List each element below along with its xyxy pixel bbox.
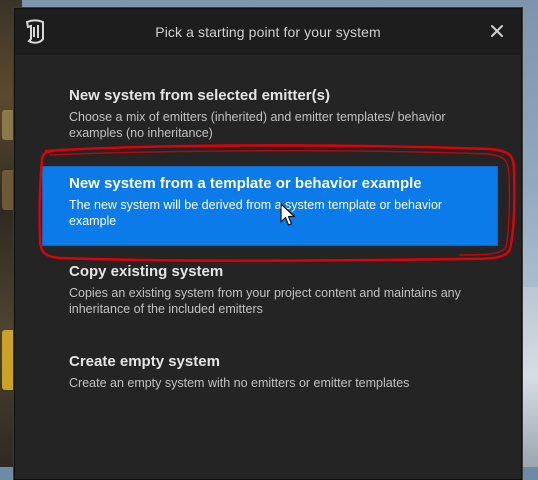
option-from-template[interactable]: New system from a template or behavior e… [43, 167, 497, 245]
option-from-selected-emitters[interactable]: New system from selected emitter(s) Choo… [43, 79, 497, 157]
option-description: Copies an existing system from your proj… [69, 286, 461, 316]
dialog-titlebar: Pick a starting point for your system [15, 9, 521, 55]
option-create-empty-system[interactable]: Create empty system Create an empty syst… [43, 345, 497, 405]
pick-starting-point-dialog: Pick a starting point for your system Ne… [14, 8, 522, 480]
option-description: The new system will be derived from a sy… [69, 198, 443, 228]
close-icon[interactable] [487, 21, 507, 41]
dialog-title: Pick a starting point for your system [155, 24, 381, 40]
option-title: New system from selected emitter(s) [69, 87, 330, 104]
option-title: Create empty system [69, 353, 220, 370]
option-title: Copy existing system [69, 263, 224, 280]
option-description: Create an empty system with no emitters … [69, 376, 410, 390]
option-title: New system from a template or behavior e… [69, 175, 422, 192]
option-copy-existing-system[interactable]: Copy existing system Copies an existing … [43, 255, 497, 325]
option-description: Choose a mix of emitters (inherited) and… [69, 110, 446, 140]
